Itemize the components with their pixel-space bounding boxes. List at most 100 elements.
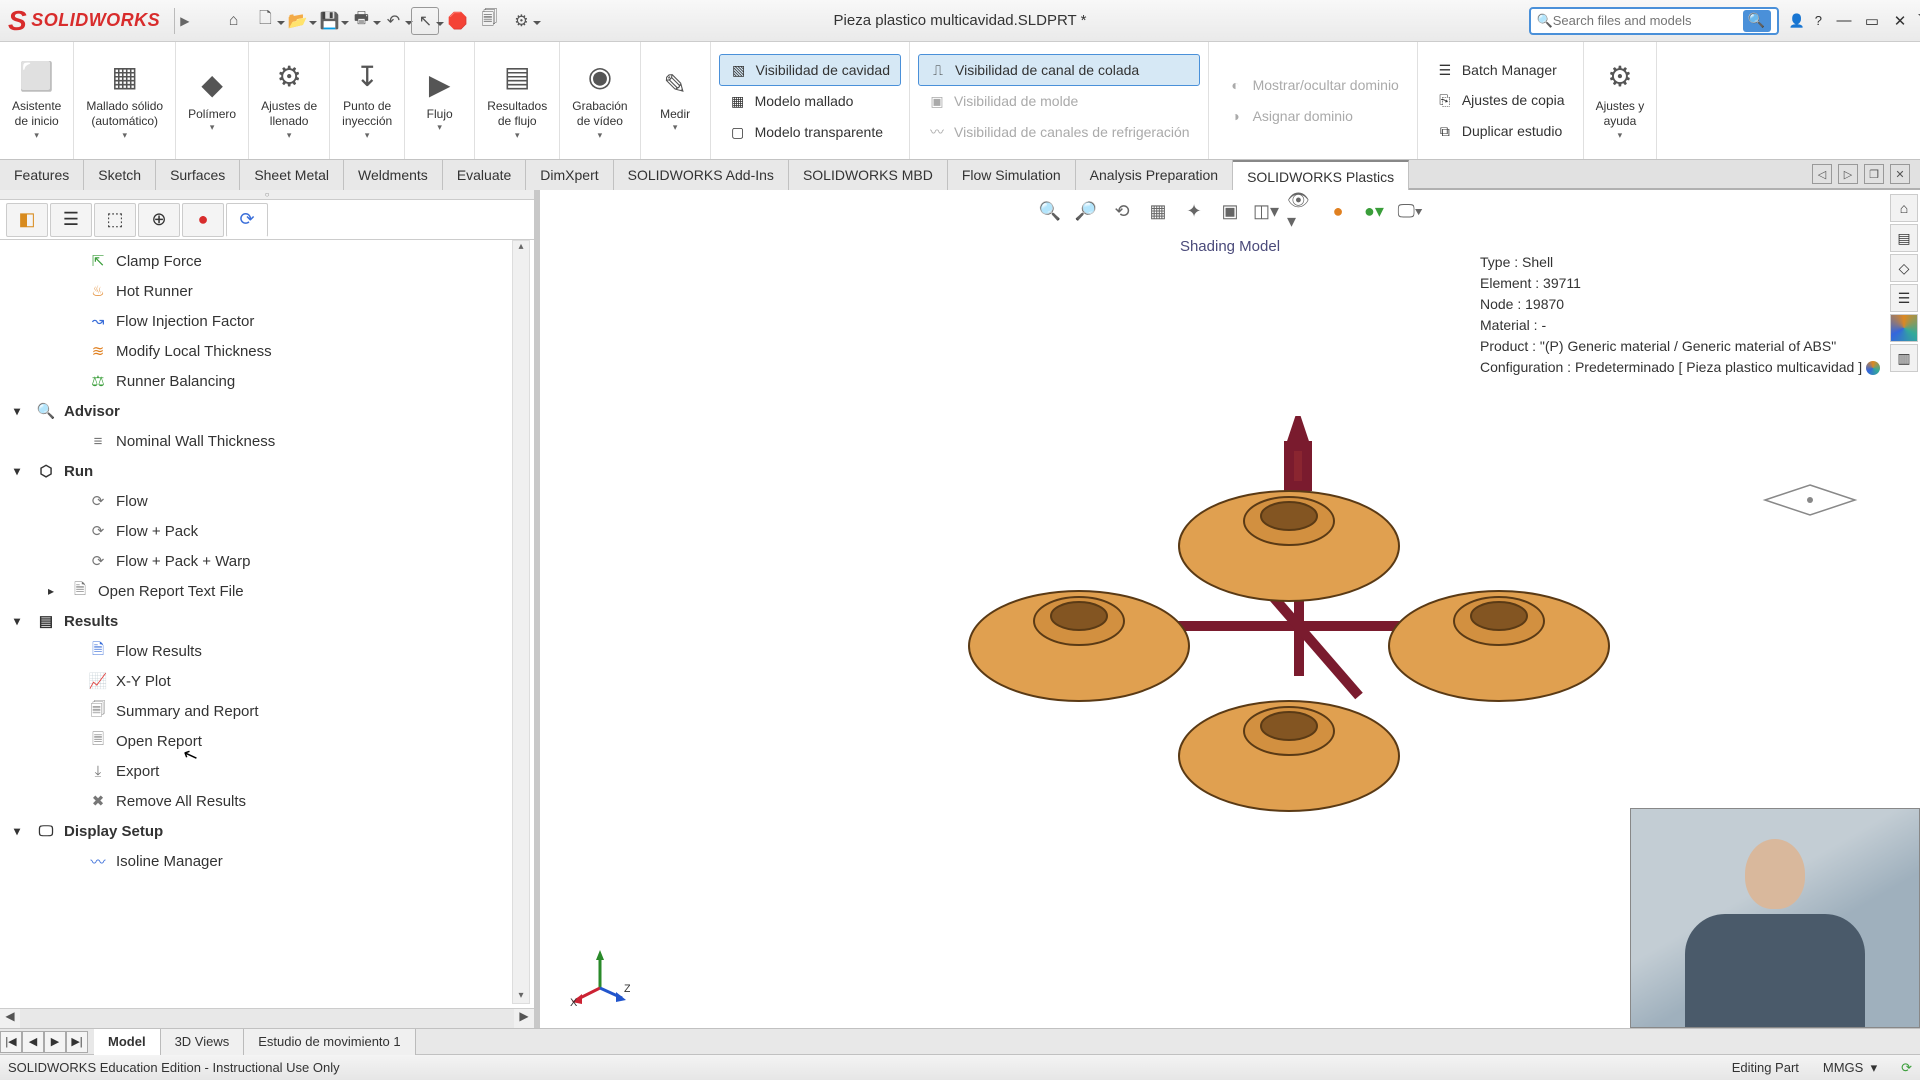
tree-item-remove-all-results[interactable]: ✖Remove All Results xyxy=(0,786,534,816)
select-icon[interactable]: ↖ xyxy=(411,7,439,35)
ribbon-help-btn[interactable]: ⚙Ajustes y ayuda▾ xyxy=(1584,42,1658,159)
view-orient-icon[interactable]: ▣ xyxy=(1215,196,1245,226)
dynamic-icon[interactable]: ✦ xyxy=(1179,196,1209,226)
undo-icon[interactable]: ↶ xyxy=(379,7,407,35)
tree-item-summary-and-report[interactable]: 🗐Summary and Report xyxy=(0,696,534,726)
panel-hscroll[interactable]: ◀ ▶ xyxy=(0,1008,534,1028)
tab-analysis-preparation[interactable]: Analysis Preparation xyxy=(1076,160,1233,190)
tree-item-flow-pack-warp[interactable]: ⟳Flow + Pack + Warp xyxy=(0,546,534,576)
search-box[interactable]: 🔍 🔍 xyxy=(1529,7,1779,35)
config-tab[interactable]: ⬚ xyxy=(94,203,136,237)
tree-item-clamp-force[interactable]: ⇱Clamp Force xyxy=(0,246,534,276)
graphics-viewport[interactable]: 🔍 🔎 ⟲ ▦ ✦ ▣ ◫▾ 👁▾ ● ●▾ 🖵▾ Shading Model … xyxy=(540,190,1920,1028)
search-input[interactable] xyxy=(1553,13,1743,28)
taskpane-lib-icon[interactable]: ▤ xyxy=(1890,224,1918,252)
tree-item-flow-pack[interactable]: ⟳Flow + Pack xyxy=(0,516,534,546)
tab-solidworks-add-ins[interactable]: SOLIDWORKS Add-Ins xyxy=(614,160,789,190)
open-doc-icon[interactable]: 📂 xyxy=(283,7,311,35)
tree-scrollbar[interactable]: ▴ ▾ xyxy=(512,240,530,1004)
appearance-icon[interactable]: ● xyxy=(1323,196,1353,226)
tree-item-flow[interactable]: ⟳Flow xyxy=(0,486,534,516)
tree-item-nominal-wall-thickness[interactable]: ≡Nominal Wall Thickness xyxy=(0,426,534,456)
hide-show-icon[interactable]: 👁▾ xyxy=(1287,196,1317,226)
btab-3d-views[interactable]: 3D Views xyxy=(161,1029,245,1055)
tab-restore-icon[interactable]: ❐ xyxy=(1864,164,1884,184)
scroll-up-icon[interactable]: ▴ xyxy=(513,241,529,252)
ribbon-btn-7[interactable]: ◉Grabación de vídeo▾ xyxy=(560,42,640,159)
expand-icon[interactable]: ▶ xyxy=(180,14,189,28)
settings-icon[interactable]: ⚙ xyxy=(507,7,535,35)
status-rebuild-icon[interactable]: ⟳ xyxy=(1901,1060,1912,1076)
tab-evaluate[interactable]: Evaluate xyxy=(443,160,526,190)
ribbon-stack-0-item-2[interactable]: ▢Modelo transparente xyxy=(719,117,901,147)
feature-tree-tab[interactable]: ◧ xyxy=(6,203,48,237)
ribbon-btn-0[interactable]: ⬜Asistente de inicio▾ xyxy=(0,42,74,159)
prev-view-icon[interactable]: ⟲ xyxy=(1107,196,1137,226)
tab-features[interactable]: Features xyxy=(0,160,84,190)
ribbon-stack-0-item-0[interactable]: ▧Visibilidad de cavidad xyxy=(719,54,901,86)
help-icon[interactable]: ? xyxy=(1815,13,1822,28)
ribbon-btn-3[interactable]: ⚙Ajustes de llenado▾ xyxy=(249,42,330,159)
btab-model[interactable]: Model xyxy=(94,1029,161,1055)
ribbon-stack-1-item-0[interactable]: ⎍Visibilidad de canal de colada xyxy=(918,54,1200,86)
ribbon-btn-8[interactable]: ✎Medir▾ xyxy=(641,42,711,159)
section-view-icon[interactable]: ▦ xyxy=(1143,196,1173,226)
scene-icon[interactable]: ●▾ xyxy=(1359,196,1389,226)
tree-item-advisor[interactable]: ▾🔍Advisor xyxy=(0,396,534,426)
tab-surfaces[interactable]: Surfaces xyxy=(156,160,240,190)
taskpane-appear-icon[interactable] xyxy=(1890,314,1918,342)
tree-item-flow-injection-factor[interactable]: ↝Flow Injection Factor xyxy=(0,306,534,336)
taskpane-home-icon[interactable]: ⌂ xyxy=(1890,194,1918,222)
tab-solidworks-mbd[interactable]: SOLIDWORKS MBD xyxy=(789,160,948,190)
tab-weldments[interactable]: Weldments xyxy=(344,160,443,190)
tab-sketch[interactable]: Sketch xyxy=(84,160,156,190)
tab-close-icon[interactable]: ✕ xyxy=(1890,164,1910,184)
ribbon-stack-3-item-1[interactable]: ⎘Ajustes de copia xyxy=(1426,85,1575,115)
view-compass[interactable] xyxy=(1760,470,1860,530)
new-doc-icon[interactable]: 🗋 xyxy=(251,7,279,35)
ribbon-btn-6[interactable]: ▤Resultados de flujo▾ xyxy=(475,42,560,159)
hscroll-track[interactable] xyxy=(20,1009,514,1028)
tree-item-x-y-plot[interactable]: 📈X-Y Plot xyxy=(0,666,534,696)
view-settings-icon[interactable]: 🖵▾ xyxy=(1395,196,1425,226)
mt-last-icon[interactable]: ▶| xyxy=(66,1031,88,1053)
tree-item-hot-runner[interactable]: ♨Hot Runner xyxy=(0,276,534,306)
tree-item-flow-results[interactable]: 🗎Flow Results xyxy=(0,636,534,666)
tab-flow-simulation[interactable]: Flow Simulation xyxy=(948,160,1076,190)
save-icon[interactable]: 💾 xyxy=(315,7,343,35)
tab-sheet-metal[interactable]: Sheet Metal xyxy=(240,160,344,190)
search-button[interactable]: 🔍 xyxy=(1743,10,1771,32)
home-icon[interactable]: ⌂ xyxy=(219,7,247,35)
tree-item-run[interactable]: ▾⬡Run xyxy=(0,456,534,486)
tab-dimxpert[interactable]: DimXpert xyxy=(526,160,613,190)
tab-next-icon[interactable]: ▷ xyxy=(1838,164,1858,184)
dimxpert-tab[interactable]: ⊕ xyxy=(138,203,180,237)
property-tab[interactable]: ☰ xyxy=(50,203,92,237)
tab-solidworks-plastics[interactable]: SOLIDWORKS Plastics xyxy=(1233,160,1409,190)
close-button[interactable]: ✕ xyxy=(1888,9,1912,33)
rebuild-icon[interactable]: 🛑 xyxy=(443,7,471,35)
tree-item-open-report[interactable]: 🗏Open Report xyxy=(0,726,534,756)
status-units[interactable]: MMGS ▾ xyxy=(1823,1060,1877,1076)
mt-prev-icon[interactable]: ◀ xyxy=(22,1031,44,1053)
tree-item-open-report-text-file[interactable]: ▸🗎Open Report Text File xyxy=(0,576,534,606)
tree-item-export[interactable]: ⤓Export xyxy=(0,756,534,786)
btab-estudio-de-movimiento-1[interactable]: Estudio de movimiento 1 xyxy=(244,1029,415,1055)
display-style-icon[interactable]: ◫▾ xyxy=(1251,196,1281,226)
taskpane-view-icon[interactable]: ◇ xyxy=(1890,254,1918,282)
taskpane-prop-icon[interactable]: ☰ xyxy=(1890,284,1918,312)
zoom-fit-icon[interactable]: 🔍 xyxy=(1035,196,1065,226)
minimize-button[interactable]: — xyxy=(1832,9,1856,33)
panel-grip[interactable]: ○ xyxy=(0,190,534,200)
zoom-area-icon[interactable]: 🔎 xyxy=(1071,196,1101,226)
tree-item-modify-local-thickness[interactable]: ≋Modify Local Thickness xyxy=(0,336,534,366)
tree-item-runner-balancing[interactable]: ⚖Runner Balancing xyxy=(0,366,534,396)
mt-first-icon[interactable]: |◀ xyxy=(0,1031,22,1053)
mt-next-icon[interactable]: ▶ xyxy=(44,1031,66,1053)
tree-item-display-setup[interactable]: ▾🖵Display Setup xyxy=(0,816,534,846)
print-icon[interactable]: 🖶 xyxy=(347,7,375,35)
ribbon-stack-0-item-1[interactable]: ▦Modelo mallado xyxy=(719,86,901,116)
ribbon-stack-3-item-2[interactable]: ⧉Duplicar estudio xyxy=(1426,116,1575,146)
options-icon[interactable]: 🗐 xyxy=(475,7,503,35)
ribbon-btn-5[interactable]: ▶Flujo▾ xyxy=(405,42,475,159)
